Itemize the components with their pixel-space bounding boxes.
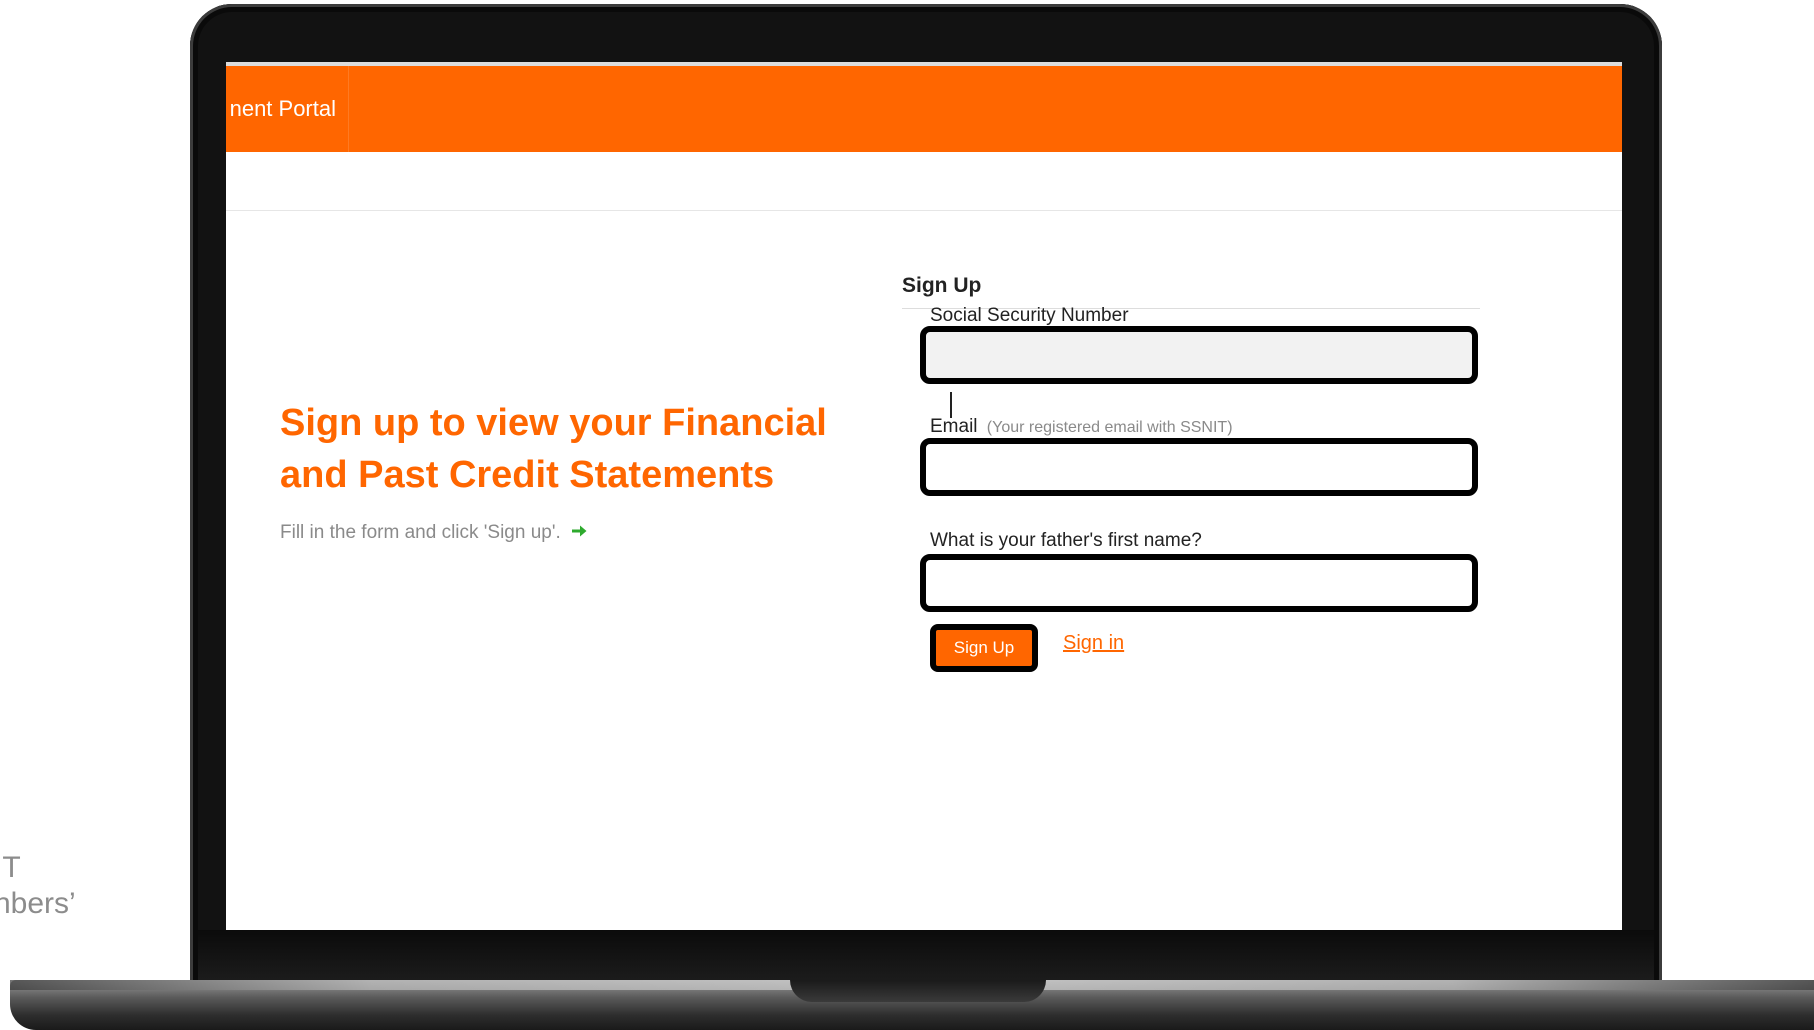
- background-caption-line-1: IT: [0, 851, 21, 884]
- email-hint: (Your registered email with SSNIT): [986, 419, 1233, 436]
- email-label-row: Email (Your registered email with SSNIT): [930, 416, 1233, 438]
- signin-link[interactable]: Sign in: [1063, 632, 1124, 655]
- browser-screen: nent Portal Sign up to view your Financi…: [226, 62, 1622, 930]
- laptop-bezel-bottom: [198, 930, 1654, 982]
- portal-header: nent Portal: [226, 66, 1622, 152]
- signup-form-title: Sign Up: [902, 274, 982, 297]
- screenshot-stage: IT nbers’ nent Portal Sign up to view yo…: [0, 0, 1814, 1030]
- promo-subtext: Fill in the form and click 'Sign up'.: [280, 522, 561, 543]
- email-label: Email: [930, 416, 978, 437]
- ssn-input[interactable]: [920, 326, 1478, 384]
- email-input[interactable]: [920, 438, 1478, 496]
- father-name-input[interactable]: [920, 554, 1478, 612]
- arrow-right-icon: [572, 525, 587, 537]
- father-name-label: What is your father's first name?: [930, 530, 1202, 551]
- text-caret: [950, 392, 952, 418]
- promo-heading: Sign up to view your Financial and Past …: [280, 402, 827, 496]
- laptop-hinge-notch: [790, 980, 1046, 1002]
- promo-subtext-row: Fill in the form and click 'Sign up'.: [280, 522, 588, 544]
- ssn-label: Social Security Number: [930, 305, 1129, 326]
- portal-title: nent Portal: [229, 96, 336, 121]
- subnav-bar: [226, 152, 1622, 211]
- signup-button[interactable]: Sign Up: [930, 624, 1038, 672]
- background-caption-line-2: nbers’: [0, 887, 76, 920]
- header-title-block[interactable]: nent Portal: [226, 66, 349, 152]
- background-caption: IT nbers’: [0, 850, 76, 922]
